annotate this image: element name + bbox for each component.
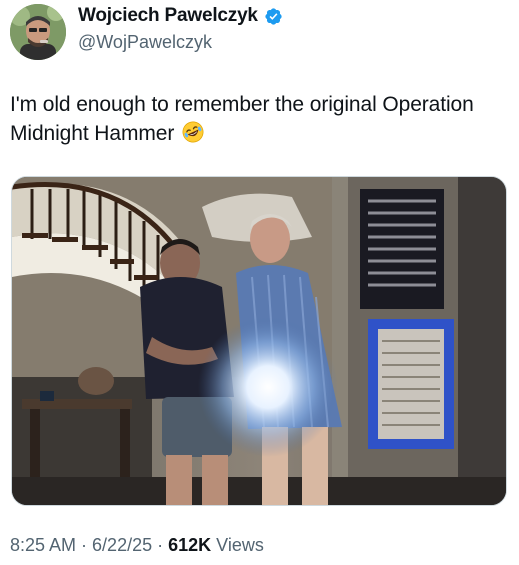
- author-display-name[interactable]: Wojciech Pawelczyk: [78, 5, 258, 27]
- tweet-text-body: I'm old enough to remember the original …: [10, 93, 474, 145]
- tweet: Wojciech Pawelczyk @WojPawelczyk I'm old…: [0, 0, 519, 565]
- tweet-meta: 8:25 AM · 6/22/25 · 612K Views: [10, 535, 264, 556]
- tweet-text: I'm old enough to remember the original …: [10, 90, 510, 148]
- rolling-on-floor-laughing-emoji-icon: [182, 121, 204, 143]
- author-handle[interactable]: @WojPawelczyk: [78, 32, 212, 53]
- meta-separator: ·: [81, 535, 88, 555]
- tweet-media-photo[interactable]: [11, 176, 507, 506]
- verified-badge-icon: [264, 7, 283, 26]
- meta-separator: ·: [157, 535, 164, 555]
- views-label: Views: [216, 535, 264, 555]
- author-name-row: Wojciech Pawelczyk: [78, 5, 283, 27]
- user-avatar[interactable]: [10, 4, 66, 60]
- views-count: 612K: [168, 535, 212, 555]
- tweet-date[interactable]: 6/22/25: [92, 535, 152, 556]
- tweet-time[interactable]: 8:25 AM: [10, 535, 76, 556]
